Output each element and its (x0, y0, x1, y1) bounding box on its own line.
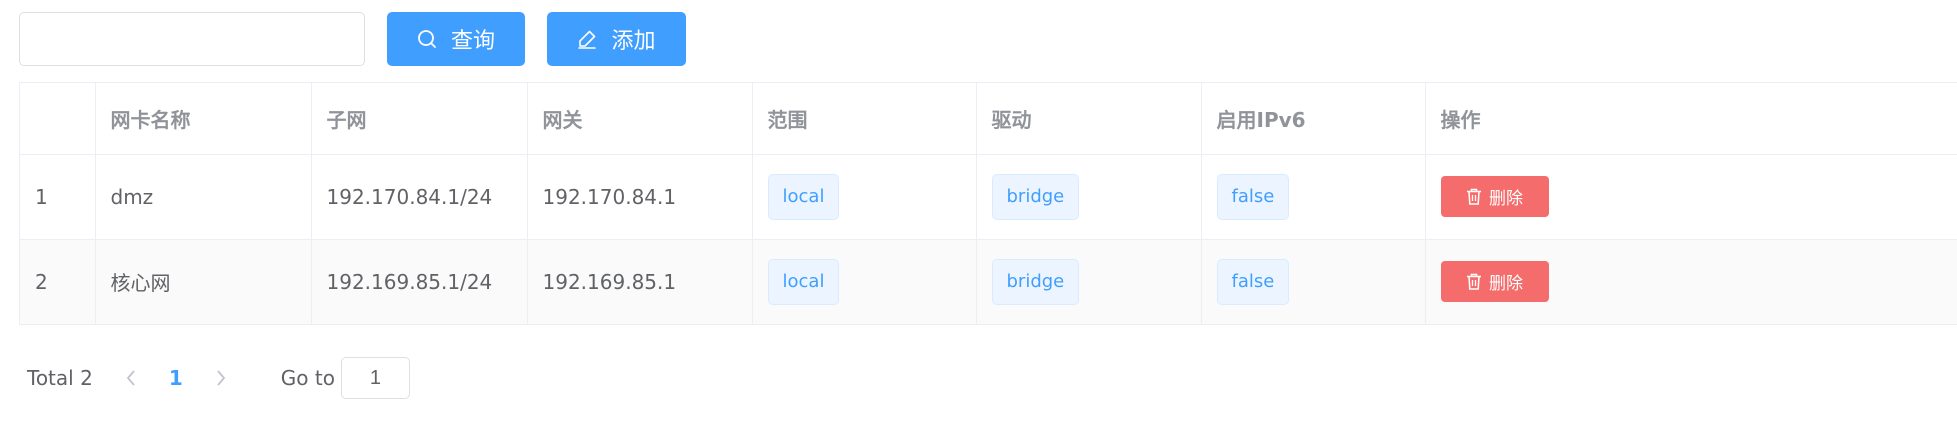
trash-icon (1467, 273, 1481, 290)
next-page-button[interactable] (201, 357, 241, 399)
toolbar: 查询 添加 (19, 12, 686, 66)
header-gateway: 网关 (527, 83, 753, 155)
cell-gateway: 192.169.85.1 (527, 239, 753, 325)
cell-actions: 删除 (1425, 154, 1957, 240)
header-scope: 范围 (752, 83, 977, 155)
prev-page-button[interactable] (111, 357, 151, 399)
cell-driver: bridge (976, 239, 1202, 325)
cell-actions: 删除 (1425, 239, 1957, 325)
header-driver: 驱动 (976, 83, 1202, 155)
scope-tag: local (767, 258, 840, 305)
cell-index: 1 (20, 154, 96, 240)
driver-tag: bridge (991, 258, 1080, 305)
add-button[interactable]: 添加 (547, 12, 686, 66)
header-actions: 操作 (1425, 83, 1957, 155)
goto-page-input[interactable] (340, 357, 410, 399)
table-row: 1 dmz 192.170.84.1/24 192.170.84.1 local… (20, 154, 1957, 240)
network-table: 网卡名称 子网 网关 范围 驱动 启用IPv6 操作 1 dmz 192.170… (19, 82, 1957, 325)
chevron-left-icon (126, 370, 135, 386)
network-manager-page: 查询 添加 网卡名称 子网 网关 范围 驱动 启用IPv6 操作 1 dmz 1… (0, 0, 1957, 427)
header-ipv6: 启用IPv6 (1201, 83, 1426, 155)
delete-button-label: 删除 (1489, 189, 1523, 209)
table-row: 2 核心网 192.169.85.1/24 192.169.85.1 local… (20, 239, 1957, 325)
cell-scope: local (752, 239, 977, 325)
driver-tag: bridge (991, 173, 1080, 220)
cell-subnet: 192.169.85.1/24 (311, 239, 528, 325)
pagination: Total 2 1 Go to (27, 357, 410, 399)
header-subnet: 子网 (311, 83, 528, 155)
search-button[interactable]: 查询 (387, 12, 525, 66)
chevron-right-icon (217, 370, 225, 386)
cell-scope: local (752, 154, 977, 240)
goto-label: Go to (280, 366, 335, 390)
edit-icon (578, 30, 597, 49)
add-button-label: 添加 (611, 29, 656, 54)
delete-button-label: 删除 (1489, 274, 1523, 294)
search-input[interactable] (19, 12, 365, 66)
cell-name: dmz (95, 154, 312, 240)
pagination-total: Total 2 (27, 366, 93, 390)
header-name: 网卡名称 (95, 83, 312, 155)
table-header-row: 网卡名称 子网 网关 范围 驱动 启用IPv6 操作 (20, 83, 1957, 155)
ipv6-tag: false (1216, 173, 1290, 220)
search-button-label: 查询 (450, 29, 495, 54)
delete-button[interactable]: 删除 (1440, 176, 1549, 217)
ipv6-tag: false (1216, 258, 1290, 305)
cell-gateway: 192.170.84.1 (527, 154, 753, 240)
cell-name: 核心网 (95, 239, 312, 325)
delete-button[interactable]: 删除 (1440, 261, 1549, 302)
cell-index: 2 (20, 239, 96, 325)
page-jump: Go to (281, 357, 410, 399)
page-number[interactable]: 1 (151, 366, 201, 390)
cell-ipv6: false (1201, 154, 1426, 240)
cell-driver: bridge (976, 154, 1202, 240)
trash-icon (1467, 188, 1481, 205)
scope-tag: local (767, 173, 840, 220)
cell-subnet: 192.170.84.1/24 (311, 154, 528, 240)
cell-ipv6: false (1201, 239, 1426, 325)
search-icon (418, 30, 436, 48)
header-index (20, 83, 96, 155)
